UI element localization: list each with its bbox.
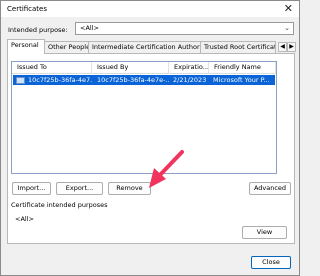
export-button[interactable]: Export... (56, 182, 103, 195)
certificate-icon (16, 77, 25, 84)
list-header: Issued To Issued By Expiratio... Friendl… (12, 62, 276, 74)
cell-friendly-name: Microsoft Your P... (213, 76, 270, 84)
column-expiration[interactable]: Expiratio... (169, 62, 209, 74)
intended-purpose-value: <All> (80, 24, 99, 32)
tab-scroll-right-icon[interactable]: ▶ (287, 42, 296, 52)
title-bar: Certificates ✕ (1, 1, 299, 17)
view-button[interactable]: View (242, 226, 287, 239)
close-icon[interactable]: ✕ (284, 2, 293, 15)
advanced-button[interactable]: Advanced (249, 182, 291, 195)
cell-issued-to: 10c7f25b-36fa-4e7... (28, 76, 92, 84)
intended-purpose-label: Intended purpose: (8, 26, 68, 34)
intended-purpose-select[interactable]: <All> ⌄ (75, 22, 294, 35)
certificates-dialog: Certificates ✕ Intended purpose: <All> ⌄… (0, 0, 300, 276)
tab-personal[interactable]: Personal (7, 39, 45, 54)
import-button[interactable]: Import... (12, 182, 51, 195)
cell-issued-by: 10c7f25b-36fa-4e7e-... (97, 76, 169, 84)
purposes-group-title: Certificate intended purposes (11, 201, 108, 209)
tab-trusted-root[interactable]: Trusted Root Certification (200, 41, 276, 53)
tab-scroll-left-icon[interactable]: ◀ (278, 42, 287, 52)
tab-other-people[interactable]: Other People (44, 41, 89, 53)
tab-strip: Personal Other People Intermediate Certi… (7, 39, 296, 54)
remove-button[interactable]: Remove (108, 182, 151, 195)
chevron-down-icon: ⌄ (284, 24, 290, 32)
column-issued-to[interactable]: Issued To (12, 62, 92, 74)
tab-intermediate-ca[interactable]: Intermediate Certification Authorities (88, 41, 201, 53)
window-title: Certificates (7, 5, 48, 13)
certificate-list[interactable]: Issued To Issued By Expiratio... Friendl… (11, 61, 277, 174)
column-issued-by[interactable]: Issued By (92, 62, 169, 74)
purposes-group-value: <All> (15, 215, 34, 223)
close-button[interactable]: Close (251, 256, 291, 269)
table-row[interactable]: 10c7f25b-36fa-4e7... 10c7f25b-36fa-4e7e-… (13, 75, 275, 85)
column-friendly-name[interactable]: Friendly Name (209, 62, 276, 74)
cell-expiration: 2/21/2023 (173, 76, 207, 84)
